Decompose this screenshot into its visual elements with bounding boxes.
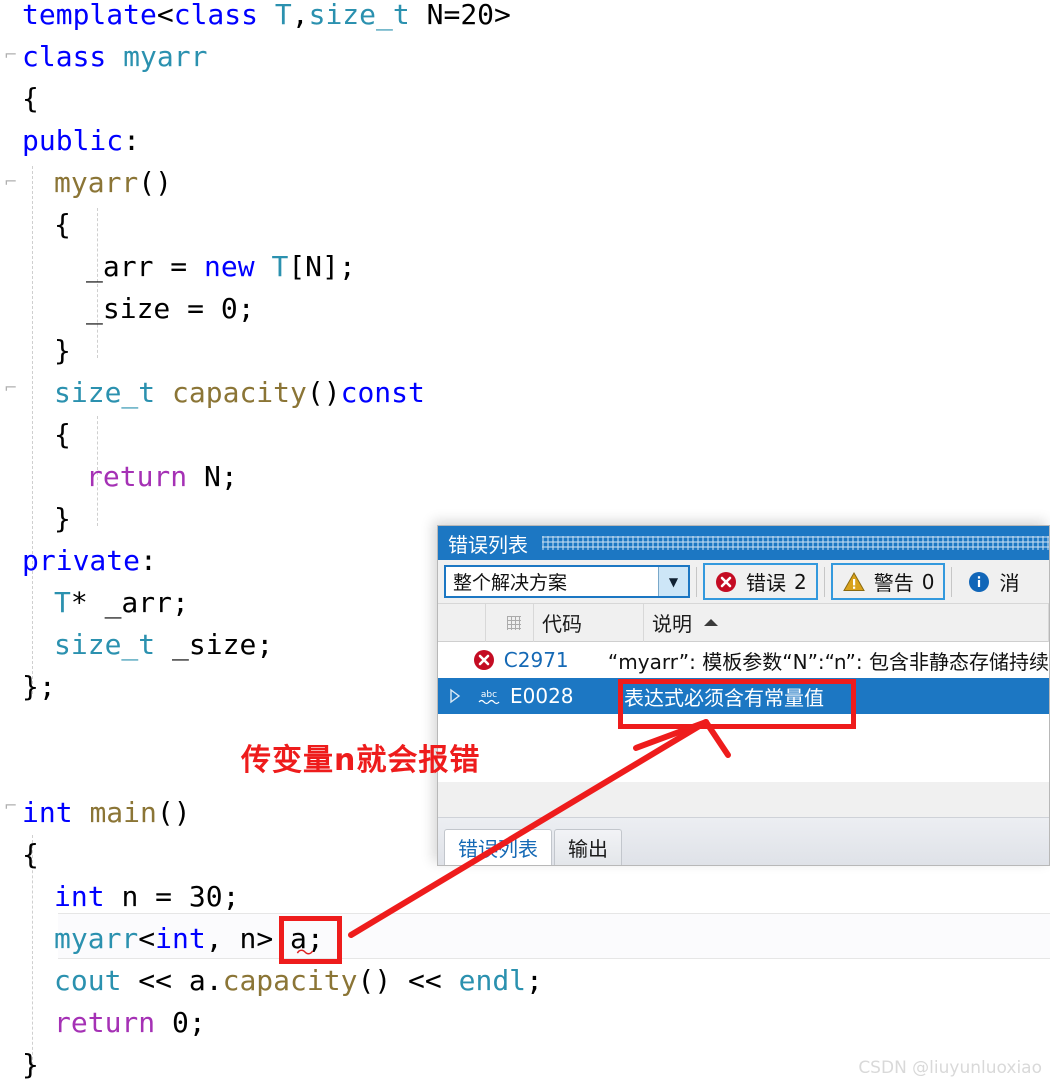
error-list-column-headers[interactable]: 代码 说明 (438, 603, 1049, 642)
row-expander[interactable] (438, 688, 472, 704)
warning-icon (842, 571, 865, 591)
row-severity-cell: abc (472, 686, 506, 706)
table-row[interactable]: C2971 “myarr”: 模板参数“N”:“n”: 包含非静态存储持续 (438, 642, 1049, 678)
tab-output-label: 输出 (568, 837, 608, 861)
error-message-highlight-box (618, 679, 856, 729)
triangle-right-icon[interactable] (448, 688, 462, 704)
drag-grip-icon[interactable] (542, 536, 1049, 550)
column-header-code-label: 代码 (542, 612, 582, 636)
row-description: “myarr”: 模板参数“N”:“n”: 包含非静态存储持续 (607, 649, 1049, 674)
warning-count-value: 0 (921, 569, 935, 594)
svg-text:abc: abc (481, 690, 497, 700)
error-list-toolbar[interactable]: 整个解决方案 ▼ 错误 2 警告 0 消 (438, 560, 1049, 604)
error-icon (474, 650, 495, 670)
code-line[interactable]: _size = 0; (0, 288, 1050, 330)
error-list-title: 错误列表 (448, 532, 528, 557)
error-icon (716, 571, 736, 592)
tool-window-tabs[interactable]: 错误列表 输出 (438, 817, 1049, 865)
sort-asc-icon (704, 618, 718, 626)
error-squiggle-icon: 〜 (296, 943, 314, 964)
column-header-description-label: 说明 (652, 612, 692, 636)
info-icon (969, 571, 990, 592)
scope-filter-dropdown[interactable]: 整个解决方案 ▼ (444, 565, 690, 598)
message-count-label: 消 (999, 571, 1020, 595)
code-line[interactable]: int n = 30; (0, 876, 1050, 918)
code-line[interactable]: size_t capacity()const (0, 372, 1050, 414)
code-line[interactable]: return N; (0, 456, 1050, 498)
row-code[interactable]: E0028 (506, 684, 618, 708)
toolbar-separator (951, 566, 953, 597)
code-line[interactable]: myarr<int, n> a; (0, 918, 1050, 960)
code-line[interactable]: { (0, 78, 1050, 120)
code-line[interactable]: _arr = new T[N]; (0, 246, 1050, 288)
code-line[interactable]: { (0, 204, 1050, 246)
message-count-button[interactable]: 消 (958, 563, 1029, 600)
row-code[interactable]: C2971 (500, 648, 602, 672)
tab-output[interactable]: 输出 (554, 829, 622, 865)
code-line[interactable]: } (0, 330, 1050, 372)
tab-error-list-label: 错误列表 (458, 837, 538, 861)
column-header-expander (438, 603, 486, 642)
toolbar-separator (823, 566, 825, 597)
tab-error-list[interactable]: 错误列表 (444, 829, 552, 865)
code-line[interactable]: myarr() (0, 162, 1050, 204)
error-list-titlebar[interactable]: 错误列表 (438, 526, 1049, 560)
error-count-label: 错误 (746, 571, 786, 595)
warning-count-button[interactable]: 警告 0 (830, 563, 946, 600)
code-line[interactable]: template<class T,size_t N=20> (0, 0, 1050, 36)
column-header-description[interactable]: 说明 (644, 603, 1049, 642)
error-count-value: 2 (794, 569, 807, 594)
code-line[interactable]: class myarr (0, 36, 1050, 78)
watermark: CSDN @liuyunluoxiao (858, 1058, 1042, 1078)
code-line[interactable]: return 0; (0, 1002, 1050, 1044)
error-count-button[interactable]: 错误 2 (703, 563, 818, 600)
annotation-note: 传变量n就会报错 (241, 743, 481, 778)
grid-dots-icon (506, 615, 521, 630)
toolbar-separator (696, 566, 697, 597)
row-severity-cell (469, 648, 500, 672)
code-line[interactable]: public: (0, 120, 1050, 162)
warning-count-label: 警告 (873, 571, 914, 595)
scope-filter-value: 整个解决方案 (453, 572, 568, 594)
chevron-down-icon[interactable]: ▼ (658, 567, 688, 596)
code-line[interactable]: { (0, 414, 1050, 456)
code-line[interactable]: cout << a.capacity() << endl; (0, 960, 1050, 1002)
abc-squiggle-icon: abc (478, 690, 500, 705)
column-header-icon (486, 603, 534, 642)
column-header-code[interactable]: 代码 (534, 603, 644, 642)
